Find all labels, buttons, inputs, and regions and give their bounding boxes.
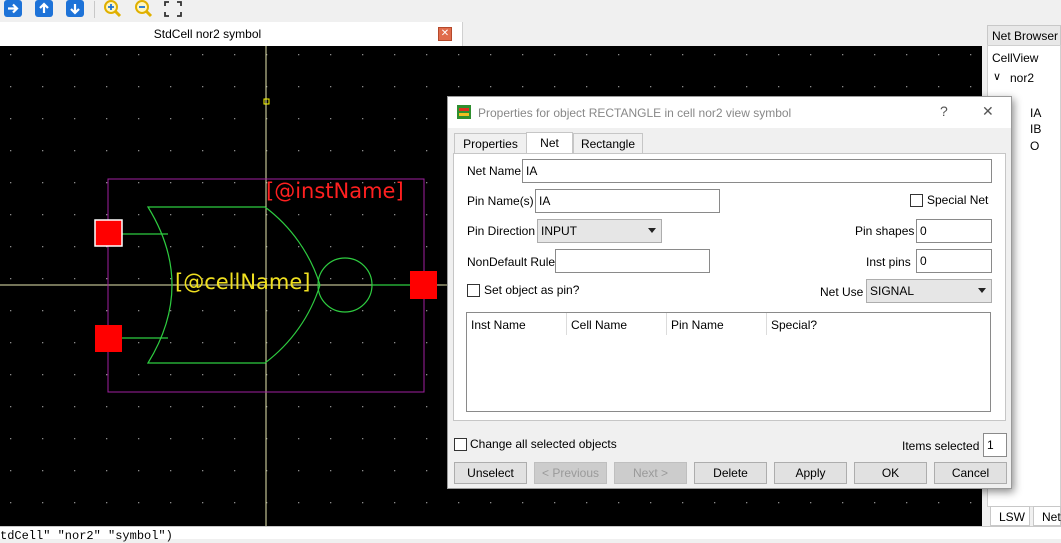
set-pin-checkbox[interactable]: [467, 284, 480, 297]
net-use-select[interactable]: SIGNAL: [866, 279, 992, 303]
close-icon[interactable]: ✕: [982, 103, 994, 120]
net-name-input[interactable]: IA: [522, 159, 992, 183]
inst-name-label: [@instName]: [266, 179, 404, 203]
net-use-value: SIGNAL: [870, 284, 915, 298]
close-icon[interactable]: ✕: [438, 27, 452, 41]
cellview-header: CellView: [992, 51, 1039, 65]
pin-direction-select[interactable]: INPUT: [537, 219, 662, 243]
tree-item-net[interactable]: IB: [1030, 122, 1041, 136]
column-header-pin-name[interactable]: Pin Name: [667, 313, 767, 335]
pin-ib: [95, 325, 122, 352]
pin-direction-value: INPUT: [541, 224, 577, 238]
dialog-titlebar[interactable]: Properties for object RECTANGLE in cell …: [448, 97, 1011, 128]
pin-shapes-input[interactable]: 0: [916, 219, 992, 243]
tab-lsw[interactable]: LSW: [990, 506, 1030, 526]
toolbar-separator: [94, 1, 95, 18]
delete-button[interactable]: Delete: [694, 462, 767, 484]
chevron-down-icon[interactable]: ∨: [993, 70, 1001, 83]
pin-table[interactable]: Inst Name Cell Name Pin Name Special?: [466, 312, 991, 412]
tab-net[interactable]: Net: [1033, 506, 1061, 526]
pin-shapes-label: Pin shapes: [855, 224, 915, 238]
tab-properties[interactable]: Properties: [454, 133, 527, 154]
cancel-button[interactable]: Cancel: [934, 462, 1007, 484]
net-use-label: Net Use: [820, 285, 864, 299]
chevron-down-icon: [648, 228, 656, 233]
toolbar: [0, 0, 1061, 22]
dialog-title: Properties for object RECTANGLE in cell …: [478, 106, 792, 120]
nondefault-rule-label: NonDefault Rule: [467, 255, 556, 269]
special-net-label: Special Net: [927, 193, 989, 207]
tab-net[interactable]: Net: [526, 132, 573, 154]
arrow-right-icon[interactable]: [3, 0, 23, 18]
change-all-label: Change all selected objects: [470, 437, 617, 451]
net-tab-page: Net Name IA Pin Name(s) IA Special Net P…: [453, 153, 1006, 421]
column-header-inst-name[interactable]: Inst Name: [467, 313, 567, 335]
change-all-checkbox[interactable]: [454, 438, 467, 451]
ok-button[interactable]: OK: [854, 462, 927, 484]
app-icon: [457, 105, 471, 122]
tab-stdcell-nor2-symbol[interactable]: StdCell nor2 symbol ✕: [0, 22, 463, 46]
console-output: tdCell" "nor2" "symbol"): [0, 526, 1061, 543]
items-selected-label: Items selected: [902, 439, 980, 453]
tab-title: StdCell nor2 symbol: [153, 27, 262, 41]
pin-names-label: Pin Name(s): [467, 194, 534, 208]
items-selected-value: 1: [983, 433, 1007, 457]
cell-name-label: [@cellName]: [175, 270, 311, 294]
inst-pins-input[interactable]: 0: [916, 249, 992, 273]
tab-net-browser[interactable]: Net Browser: [987, 25, 1061, 45]
chevron-down-icon: [978, 288, 986, 293]
pin-o: [410, 271, 437, 299]
tree-item-net[interactable]: O: [1030, 139, 1039, 153]
console-text: tdCell" "nor2" "symbol"): [0, 529, 173, 543]
next-button[interactable]: Next >: [614, 462, 687, 484]
tree-item-net[interactable]: IA: [1030, 106, 1041, 120]
help-icon[interactable]: ?: [940, 103, 948, 119]
properties-dialog: Properties for object RECTANGLE in cell …: [447, 96, 1012, 489]
unselect-button[interactable]: Unselect: [454, 462, 527, 484]
zoom-in-icon[interactable]: [101, 0, 122, 18]
arrow-down-icon[interactable]: [65, 0, 85, 18]
inst-pins-label: Inst pins: [866, 255, 911, 269]
nondefault-rule-input[interactable]: [555, 249, 710, 273]
pin-direction-label: Pin Direction: [467, 224, 536, 238]
tree-item-nor2[interactable]: nor2: [1010, 71, 1034, 85]
special-net-checkbox[interactable]: [910, 194, 923, 207]
editor-tab-bar: StdCell nor2 symbol ✕: [0, 22, 982, 46]
previous-button[interactable]: < Previous: [534, 462, 607, 484]
fit-view-icon[interactable]: [163, 0, 183, 18]
tab-rectangle[interactable]: Rectangle: [573, 133, 643, 154]
column-header-cell-name[interactable]: Cell Name: [567, 313, 667, 335]
zoom-out-icon[interactable]: [132, 0, 153, 18]
net-name-label: Net Name: [467, 164, 522, 178]
pin-ia-selected: [94, 219, 123, 247]
set-pin-label: Set object as pin?: [484, 283, 580, 297]
column-header-special[interactable]: Special?: [767, 313, 867, 335]
pin-names-input[interactable]: IA: [535, 189, 720, 213]
apply-button[interactable]: Apply: [774, 462, 847, 484]
arrow-up-icon[interactable]: [34, 0, 54, 18]
